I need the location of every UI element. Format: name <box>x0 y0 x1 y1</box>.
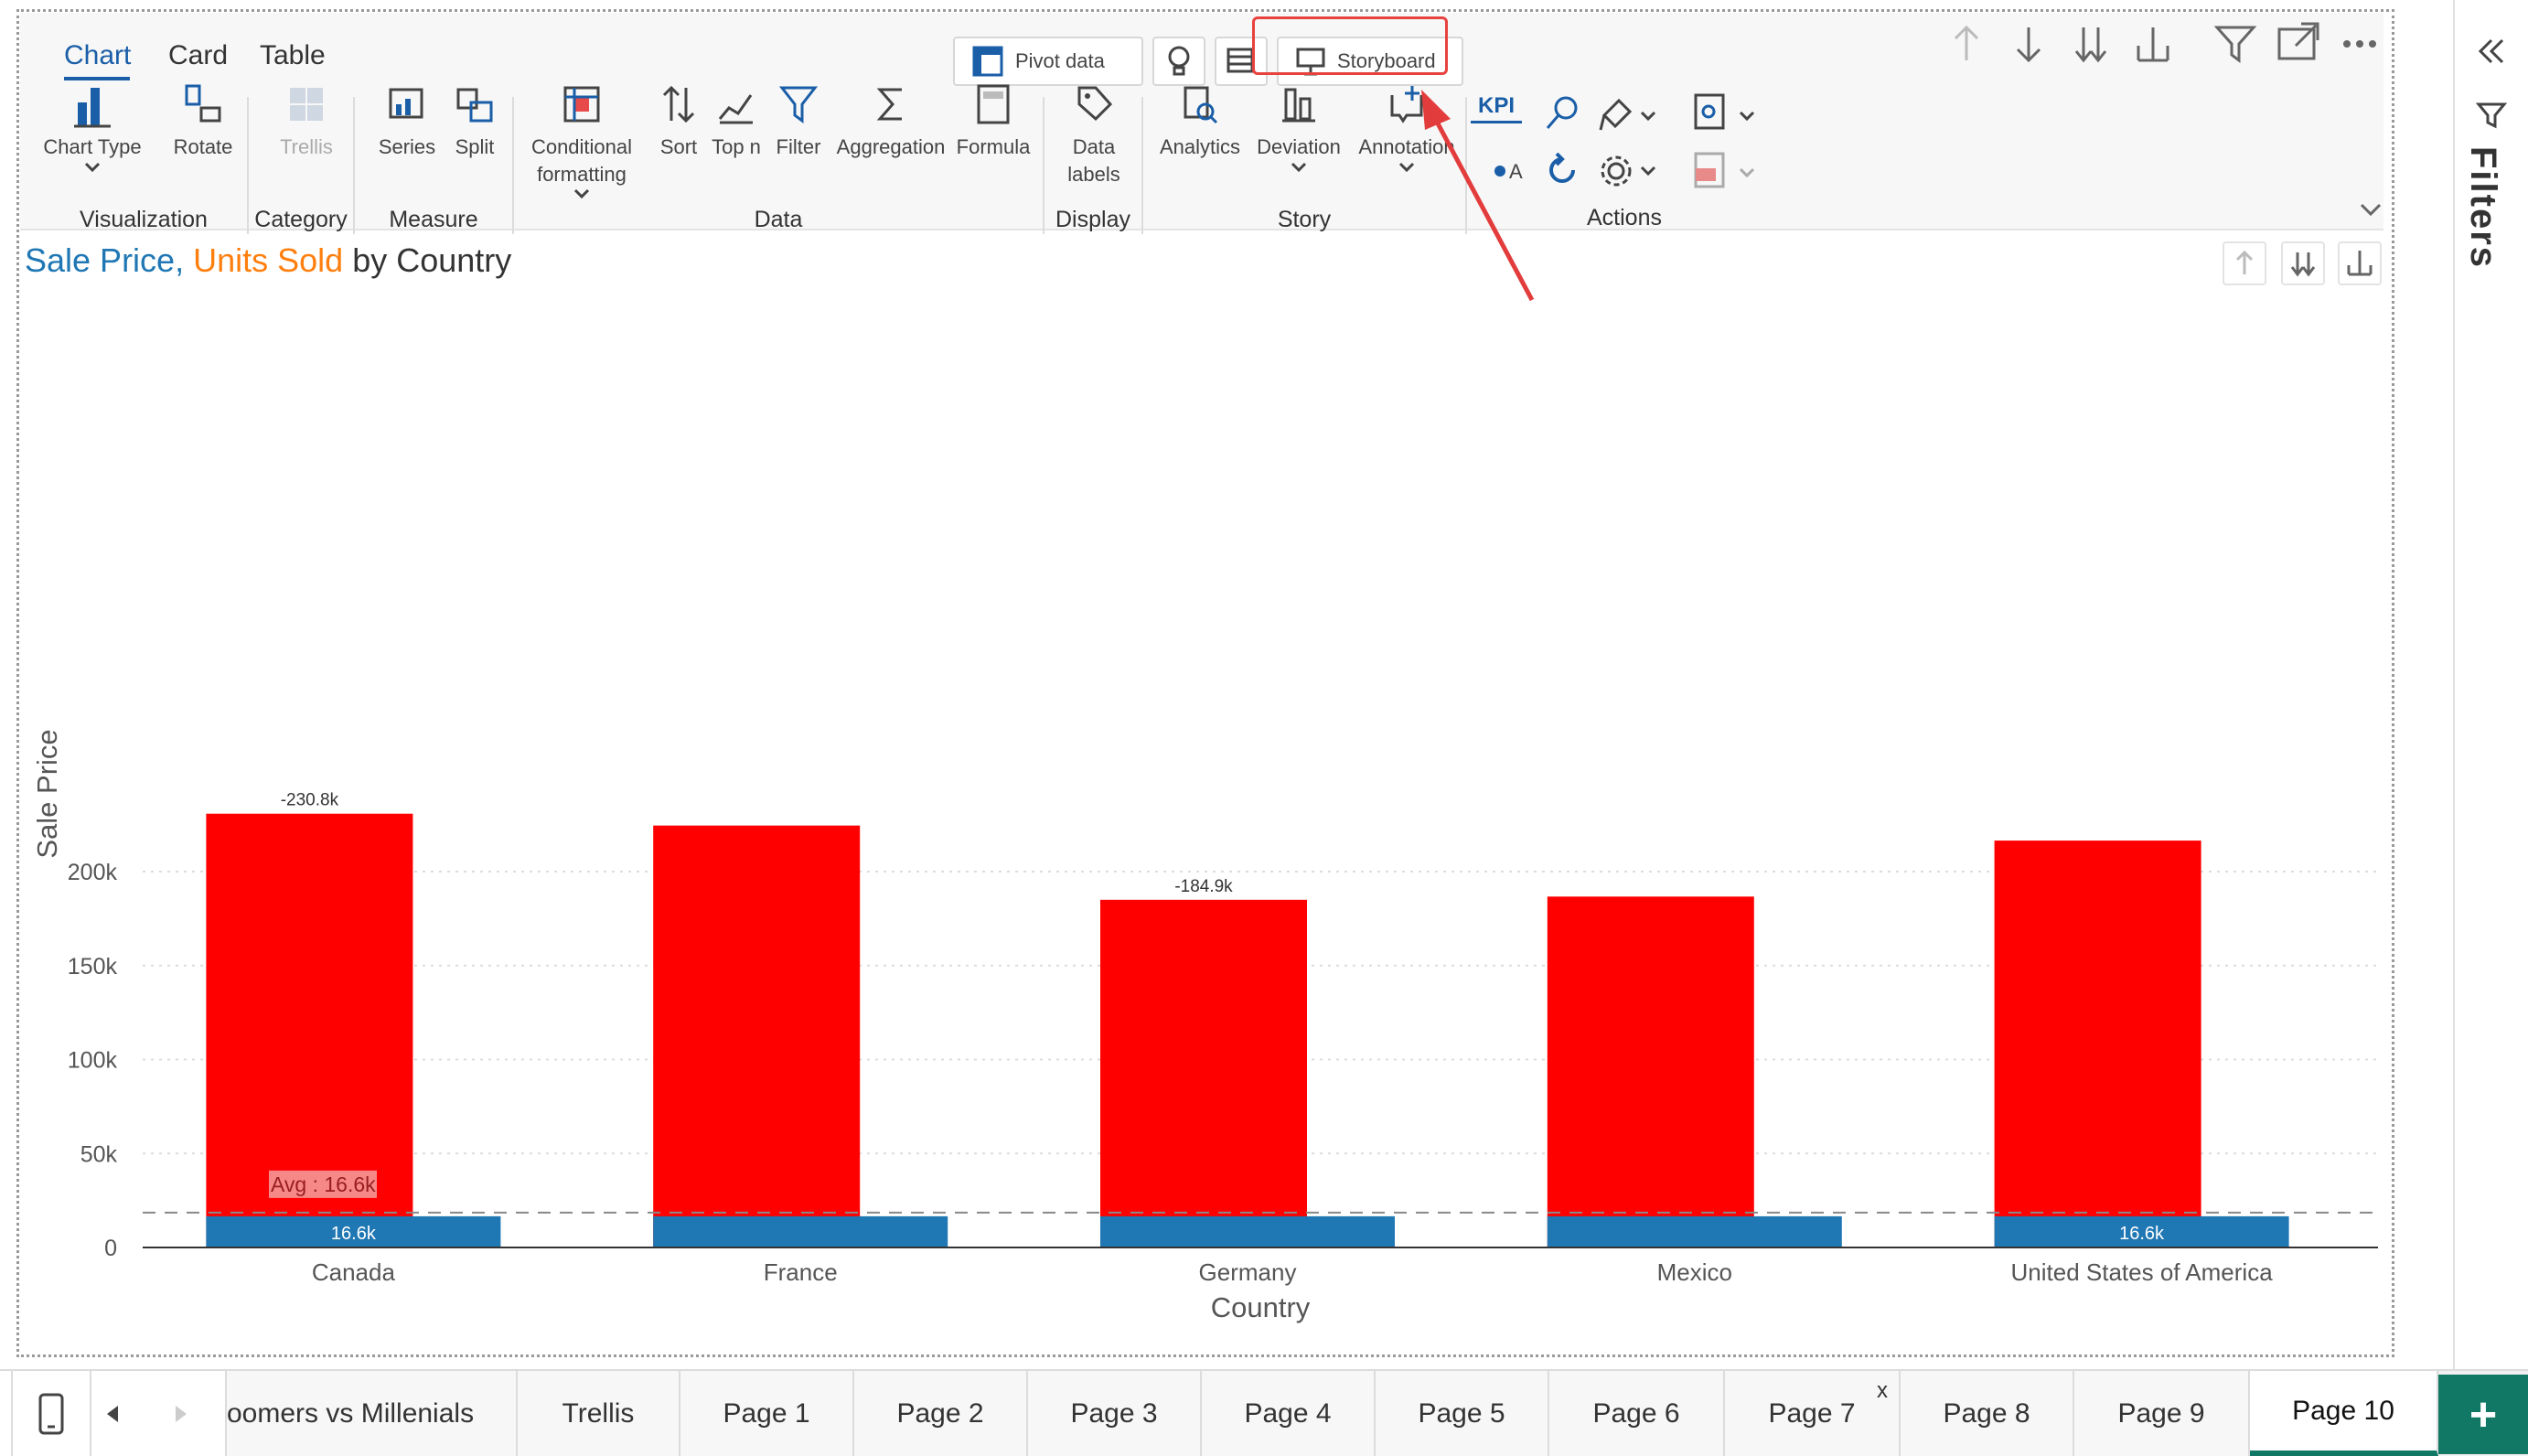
page-tab-label: Page 7 <box>1768 1397 1856 1429</box>
x-tick-label: France <box>764 1258 838 1286</box>
bar-sale-price <box>653 825 861 1247</box>
y-tick-label: 200k <box>68 860 118 885</box>
y-axis-title: Sale Price <box>31 729 63 858</box>
caret-right-icon <box>176 1405 187 1422</box>
page-tab-label: Page 4 <box>1244 1397 1332 1429</box>
x-tick-label: Germany <box>1199 1258 1297 1286</box>
bar-units-sold <box>1100 1215 1395 1247</box>
page-tab-label: Page 8 <box>1943 1397 2030 1429</box>
x-tick-label: Canada <box>312 1258 396 1286</box>
data-label: -230.8k <box>281 791 339 810</box>
page-tab-page-8[interactable]: Page 8 <box>1901 1371 2074 1456</box>
bar-sale-price <box>1547 896 1754 1247</box>
bar-sale-price <box>1994 840 2201 1247</box>
bar-units-sold <box>1547 1215 1842 1247</box>
page-tab-page-4[interactable]: Page 4 <box>1202 1371 1376 1456</box>
page-tab-label: Trellis <box>562 1397 635 1429</box>
y-tick-label: 50k <box>80 1141 118 1167</box>
page-tab-page-3[interactable]: Page 3 <box>1028 1371 1202 1456</box>
page-tab-label: Page 2 <box>896 1397 984 1429</box>
page-tab-label: Page 5 <box>1418 1397 1505 1429</box>
average-label: Avg : 16.6k <box>271 1172 376 1196</box>
page-tab-page-5[interactable]: Page 5 <box>1376 1371 1549 1456</box>
page-tab-page-9[interactable]: Page 9 <box>2074 1371 2250 1456</box>
page-tab-boomers-vs-millenials[interactable]: oomers vs Millenials <box>227 1371 518 1456</box>
add-page-button[interactable]: + <box>2438 1375 2528 1454</box>
mobile-layout-button[interactable] <box>13 1371 91 1456</box>
data-label: -184.9k <box>1174 877 1233 896</box>
bar-chart: 0 50k 100k 150k 200k -230.8k 16.6k Canada France… <box>31 729 2378 1323</box>
page-tab-page-10[interactable]: Page 10 <box>2250 1371 2438 1456</box>
prev-page-button[interactable] <box>91 1371 135 1456</box>
bar-units-sold <box>653 1215 948 1247</box>
page-tab-label: Page 10 <box>2292 1395 2394 1426</box>
mobile-device-icon <box>38 1393 64 1434</box>
filters-panel-label[interactable]: Filters <box>2462 146 2503 269</box>
page-tab-label: Page 9 <box>2117 1397 2205 1429</box>
page-tab-page-7[interactable]: Page 7 x <box>1725 1371 1901 1456</box>
page-tab-trellis[interactable]: Trellis <box>518 1371 680 1456</box>
page-tab-label: oomers vs Millenials <box>227 1397 475 1429</box>
y-tick-label: 0 <box>104 1236 117 1261</box>
data-label: 16.6k <box>331 1224 377 1244</box>
next-page-button[interactable] <box>135 1371 227 1456</box>
page-tabs-bar: oomers vs Millenials Trellis Page 1 Page… <box>0 1369 2528 1456</box>
close-tab-button[interactable]: x <box>1877 1378 1888 1404</box>
collapse-panel-double-chevron-icon[interactable] <box>2475 35 2508 68</box>
filter-funnel-icon[interactable] <box>2475 99 2508 132</box>
bar-sale-price <box>1100 899 1307 1247</box>
y-tick-label: 100k <box>68 1048 118 1074</box>
data-label: 16.6k <box>2119 1224 2165 1244</box>
page-tab-page-2[interactable]: Page 2 <box>854 1371 1028 1456</box>
annotation-arrow-icon <box>1421 90 1535 302</box>
x-tick-label: Mexico <box>1657 1258 1732 1286</box>
caret-left-icon <box>107 1405 118 1422</box>
x-tick-label: United States of America <box>2011 1258 2274 1286</box>
page-tab-label: Page 6 <box>1592 1397 1680 1429</box>
page-tab-label: Page 1 <box>723 1397 810 1429</box>
page-tab-page-6[interactable]: Page 6 <box>1549 1371 1725 1456</box>
x-axis-title: Country <box>1211 1291 1311 1323</box>
page-tab-label: Page 3 <box>1070 1397 1158 1429</box>
page-nav-edge <box>0 1371 13 1456</box>
page-tab-page-1[interactable]: Page 1 <box>680 1371 854 1456</box>
y-tick-label: 150k <box>68 954 118 980</box>
